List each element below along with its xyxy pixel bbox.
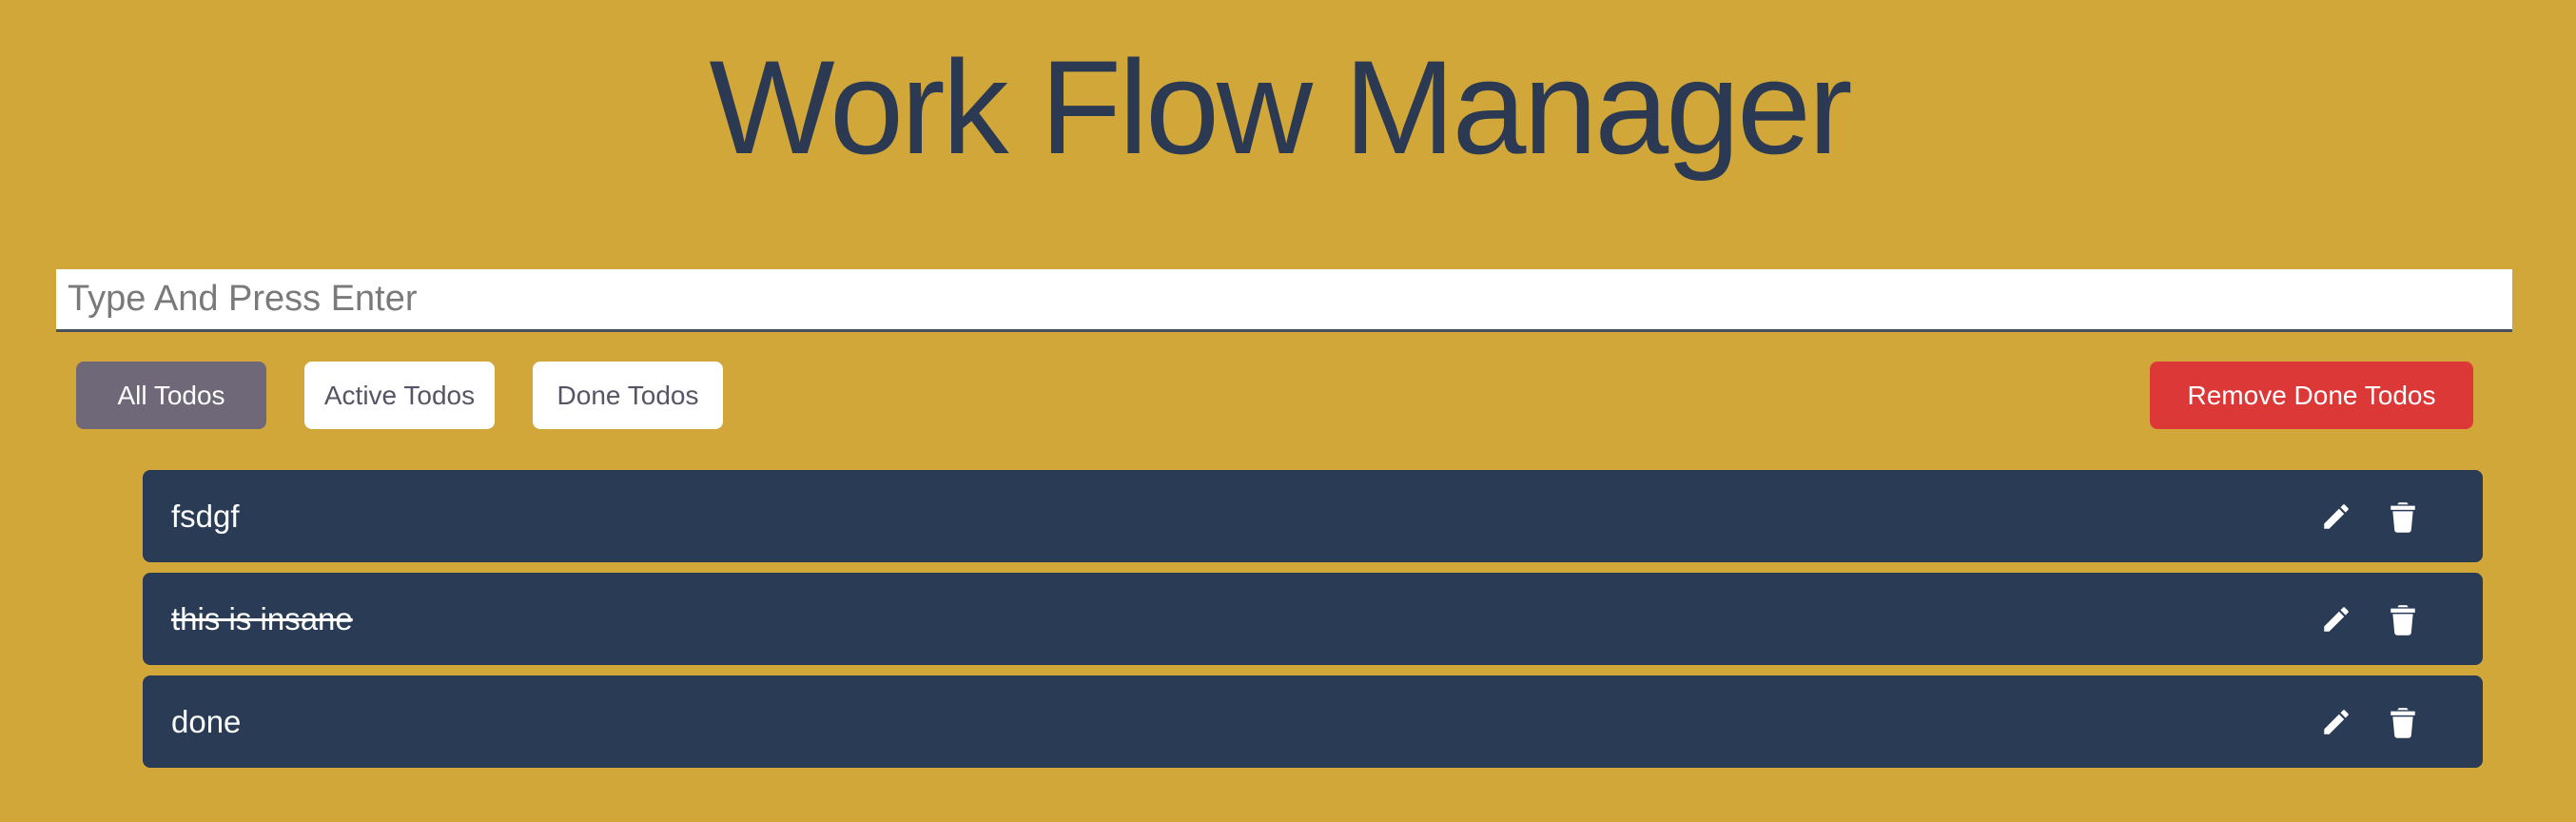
active-todos-button[interactable]: Active Todos: [304, 362, 495, 429]
page-title: Work Flow Manager: [709, 32, 1852, 182]
todo-item: done: [143, 675, 2483, 768]
trash-icon[interactable]: [2384, 703, 2422, 741]
done-todos-button[interactable]: Done Todos: [533, 362, 723, 429]
trash-icon[interactable]: [2384, 600, 2422, 638]
todo-item: fsdgf: [143, 470, 2483, 562]
todo-app: Work Flow Manager All Todos Active Todos…: [0, 0, 2576, 822]
todo-text: fsdgf: [171, 498, 240, 534]
todo-item: this is insane: [143, 573, 2483, 665]
pencil-icon[interactable]: [2317, 498, 2355, 536]
all-todos-button[interactable]: All Todos: [76, 362, 266, 429]
pencil-icon[interactable]: [2317, 703, 2355, 741]
todo-text: done: [171, 703, 242, 739]
trash-icon[interactable]: [2384, 498, 2422, 536]
todo-input-container: [56, 269, 2512, 332]
remove-done-todos-button[interactable]: Remove Done Todos: [2150, 362, 2473, 429]
pencil-icon[interactable]: [2317, 600, 2355, 638]
todo-list: fsdgf this is insane done: [143, 470, 2483, 778]
todo-input[interactable]: [56, 269, 2512, 329]
todo-text: this is insane: [171, 600, 353, 636]
